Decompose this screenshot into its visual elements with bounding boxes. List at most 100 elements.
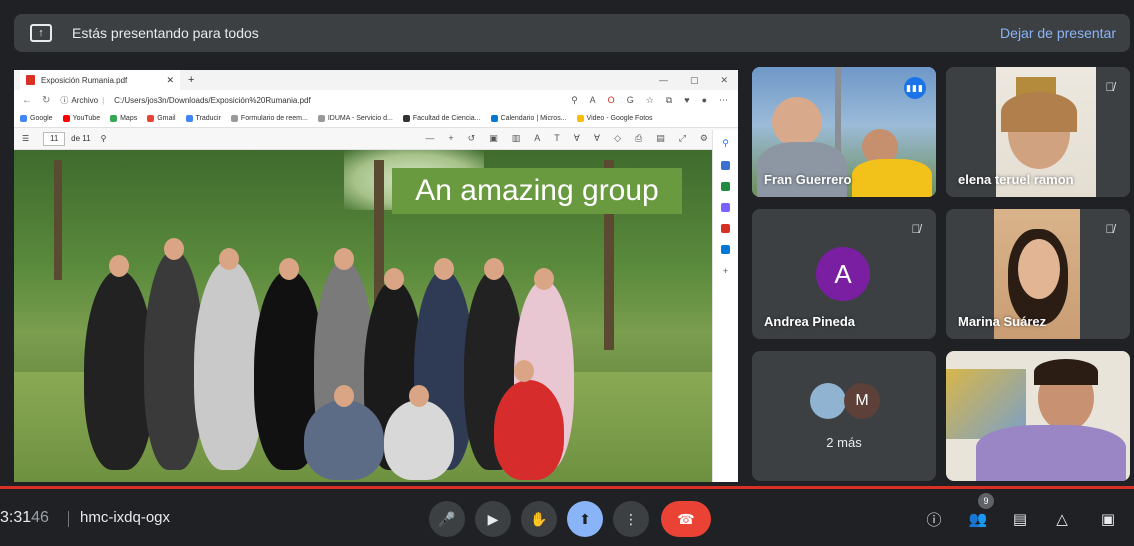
outlook-icon[interactable] [721,245,730,254]
bookmark-item[interactable]: Formulario de reem... [230,115,308,122]
shapes-icon: △ [1056,511,1068,528]
fullscreen-icon[interactable]: ⤢ [679,133,686,144]
bookmark-item[interactable]: Calendario | Micros... [490,115,567,122]
restore-icon[interactable]: ▢ [690,75,699,86]
erase-icon[interactable]: ◇ [614,133,621,144]
participant-tile-more[interactable]: M 2 más [752,351,936,481]
host-controls-button[interactable]: ▣ [1096,507,1120,531]
zoom-in-icon[interactable]: + [448,133,453,144]
close-window-icon[interactable]: ✕ [720,75,728,86]
reload-icon[interactable]: ↻ [42,95,50,106]
mic-icon: 🎤 [438,510,456,527]
address-bar: ← ↻ ⓘ Archivo | C:/Users/jos3n/Downloads… [14,90,738,110]
more-options-button[interactable]: ⋮ [613,501,649,537]
avatar: M [844,383,880,419]
address-prefix: Archivo [71,95,99,105]
profile-icon[interactable]: ● [702,95,707,106]
chat-button[interactable]: ▤ [1008,507,1032,531]
window-controls: — ▢ ✕ [659,75,738,86]
close-tab-icon[interactable]: ✕ [166,75,174,86]
divider [68,511,69,527]
participant-name: Marina Suárez [958,314,1047,329]
read-aloud-icon[interactable]: A [534,133,540,144]
meeting-details-button[interactable]: ⓘ [922,507,946,531]
avatar [810,383,846,419]
read-aloud-icon[interactable]: A [590,95,596,106]
pdf-tools: — + ↺ ▣ ▥ A T ∀ ∀ ◇ ⎙ ▤ ⤢ ⚙ [425,133,738,144]
hang-up-icon: ☎ [677,510,695,527]
leave-call-button[interactable]: ☎ [661,501,711,537]
bookmark-item[interactable]: Traducir [185,115,221,122]
url-field[interactable]: C:/Users/jos3n/Downloads/Exposición%20Ru… [114,96,311,105]
highlight-icon[interactable]: ∀ [594,133,600,144]
translate-icon [185,115,193,122]
refresh-icon[interactable]: G [627,95,634,106]
mic-button[interactable]: 🎤 [429,501,465,537]
draw-icon[interactable]: ∀ [574,133,580,144]
back-icon[interactable]: ← [22,95,32,106]
people-button[interactable]: 👥 [966,507,990,531]
print-icon[interactable]: ⎙ [635,133,642,144]
rotate-icon[interactable]: ↺ [468,133,476,144]
participant-name: Fran Guerrero [764,172,852,187]
fit-icon[interactable]: ▣ [489,133,498,144]
browser-tools: ⚲ A O G ☆ ⧉ ♥ ● ⋯ [571,95,738,106]
tools-icon[interactable] [721,182,730,191]
participant-tile-marina-suarez[interactable]: 🎙̸ Marina Suárez [946,209,1130,339]
zoom-icon[interactable]: ⚲ [571,95,578,106]
collections-icon[interactable]: ⧉ [666,95,672,106]
mic-off-icon: 🎙̸ [1105,222,1115,236]
zoom-out-icon[interactable]: — [425,133,434,144]
bookmark-item[interactable]: YouTube [62,115,100,122]
calendar-icon [490,115,498,122]
browser-tab-title: Exposición Rumania.pdf [41,75,128,85]
people-icon: 👥 [968,511,988,528]
bookmark-item[interactable]: Google [20,115,53,122]
save-icon[interactable]: ▤ [656,133,665,144]
extensions-icon[interactable]: ♥ [684,95,689,106]
shopping-icon[interactable] [721,161,730,170]
pdf-icon [26,75,35,85]
present-screen-icon: ↑ [30,24,52,42]
bookmark-item[interactable]: Video - Google Fotos [576,115,653,122]
slide-caption: An amazing group [392,168,682,214]
browser-tab[interactable]: Exposición Rumania.pdf ✕ [20,70,180,90]
games-icon[interactable] [721,203,730,212]
present-button[interactable]: ⬆ [567,501,603,537]
minimize-icon[interactable]: — [659,75,668,86]
add-sidebar-icon[interactable]: + [723,266,728,276]
page-view-icon[interactable]: ▥ [512,133,521,144]
participant-tile-fran-guerrero[interactable]: ▮▮▮ Fran Guerrero [752,67,936,197]
participant-tile-self[interactable] [946,351,1130,481]
bookmark-item[interactable]: Maps [110,115,137,122]
bookmark-item[interactable]: Gmail [147,115,176,122]
page-number-input[interactable]: 11 [43,131,66,146]
camera-icon: ▶ [487,510,499,527]
favorites-icon[interactable]: ☆ [646,95,654,106]
present-icon: ⬆ [579,510,591,527]
camera-button[interactable]: ▶ [475,501,511,537]
activities-button[interactable]: △ [1050,507,1074,531]
pdf-toolbar: ☰ 11 de 11 ⚲ — + ↺ ▣ ▥ A T ∀ ∀ ◇ ⎙ ▤ ⤢ ⚙ [14,128,738,150]
maps-icon [110,115,118,122]
participant-tile-andrea-pineda[interactable]: A 🎙̸ Andrea Pineda [752,209,936,339]
bookmark-item[interactable]: Facultad de Ciencia... [402,115,481,122]
office-icon[interactable] [721,224,730,233]
bookmark-item[interactable]: IDUMA - Servicio d... [317,115,393,122]
raise-hand-button[interactable]: ✋ [521,501,557,537]
youtube-icon [62,115,70,122]
group-of-people [84,210,644,480]
page-icon [230,115,238,122]
more-icon[interactable]: ⋯ [719,95,728,106]
participant-tile-elena[interactable]: 🎙̸ elena teruel ramon [946,67,1130,197]
settings-icon[interactable]: ⚙ [700,133,708,144]
info-icon: ⓘ [926,511,942,529]
new-tab-icon[interactable]: + [188,74,194,86]
opera-icon[interactable]: O [608,95,615,106]
search-icon[interactable]: ⚲ [101,134,107,143]
text-icon[interactable]: T [554,133,560,144]
chat-icon: ▤ [1012,511,1028,528]
stop-presenting-button[interactable]: Dejar de presentar [1000,25,1116,41]
search-sidebar-icon[interactable]: ⚲ [722,138,729,149]
contents-icon[interactable]: ☰ [22,134,29,143]
